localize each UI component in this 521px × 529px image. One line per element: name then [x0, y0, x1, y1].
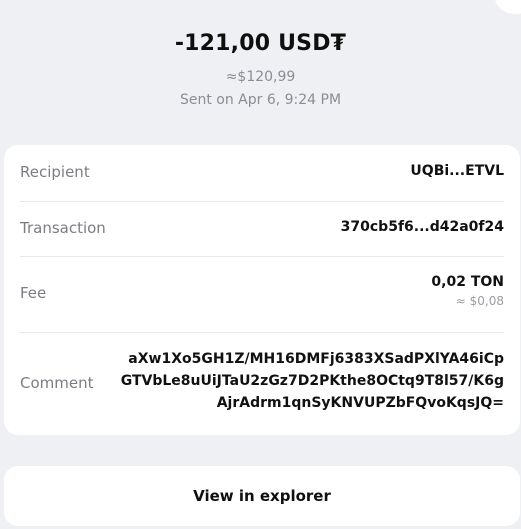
comment-label: Comment: [20, 374, 94, 392]
view-in-explorer-button[interactable]: View in explorer: [4, 466, 520, 526]
fee-label: Fee: [20, 284, 47, 302]
transaction-row[interactable]: Transaction 370cb5f6...d42a0f24: [20, 201, 504, 257]
fee-value-block: 0,02 TON ≈ $0,08: [431, 274, 504, 308]
recipient-row[interactable]: Recipient UQBi...ETVL: [20, 145, 504, 202]
sent-timestamp: Sent on Apr 6, 9:24 PM: [179, 92, 342, 108]
fee-amount: 0,02 TON: [431, 274, 504, 290]
amount-fiat-value: ≈$120,99: [225, 69, 296, 85]
recipient-address[interactable]: UQBi...ETVL: [410, 163, 504, 179]
fee-fiat-value: ≈ $0,08: [455, 294, 504, 308]
transaction-header: -121,00 USD₮ ≈$120,99 Sent on Apr 6, 9:2…: [0, 0, 521, 109]
transaction-amount: -121,00 USD₮: [174, 31, 347, 56]
recipient-label: Recipient: [20, 163, 90, 181]
details-card: Recipient UQBi...ETVL Transaction 370cb5…: [4, 145, 520, 435]
fee-row: Fee 0,02 TON ≈ $0,08: [20, 256, 504, 333]
comment-text: aXw1Xo5GH1Z/MH16DMFj6383XSadPXlYA46iCpGT…: [120, 351, 504, 411]
view-in-explorer-label: View in explorer: [193, 487, 331, 505]
comment-row: Comment aXw1Xo5GH1Z/MH16DMFj6383XSadPXlY…: [20, 332, 504, 435]
transaction-hash[interactable]: 370cb5f6...d42a0f24: [341, 219, 504, 235]
transaction-label: Transaction: [20, 219, 106, 237]
